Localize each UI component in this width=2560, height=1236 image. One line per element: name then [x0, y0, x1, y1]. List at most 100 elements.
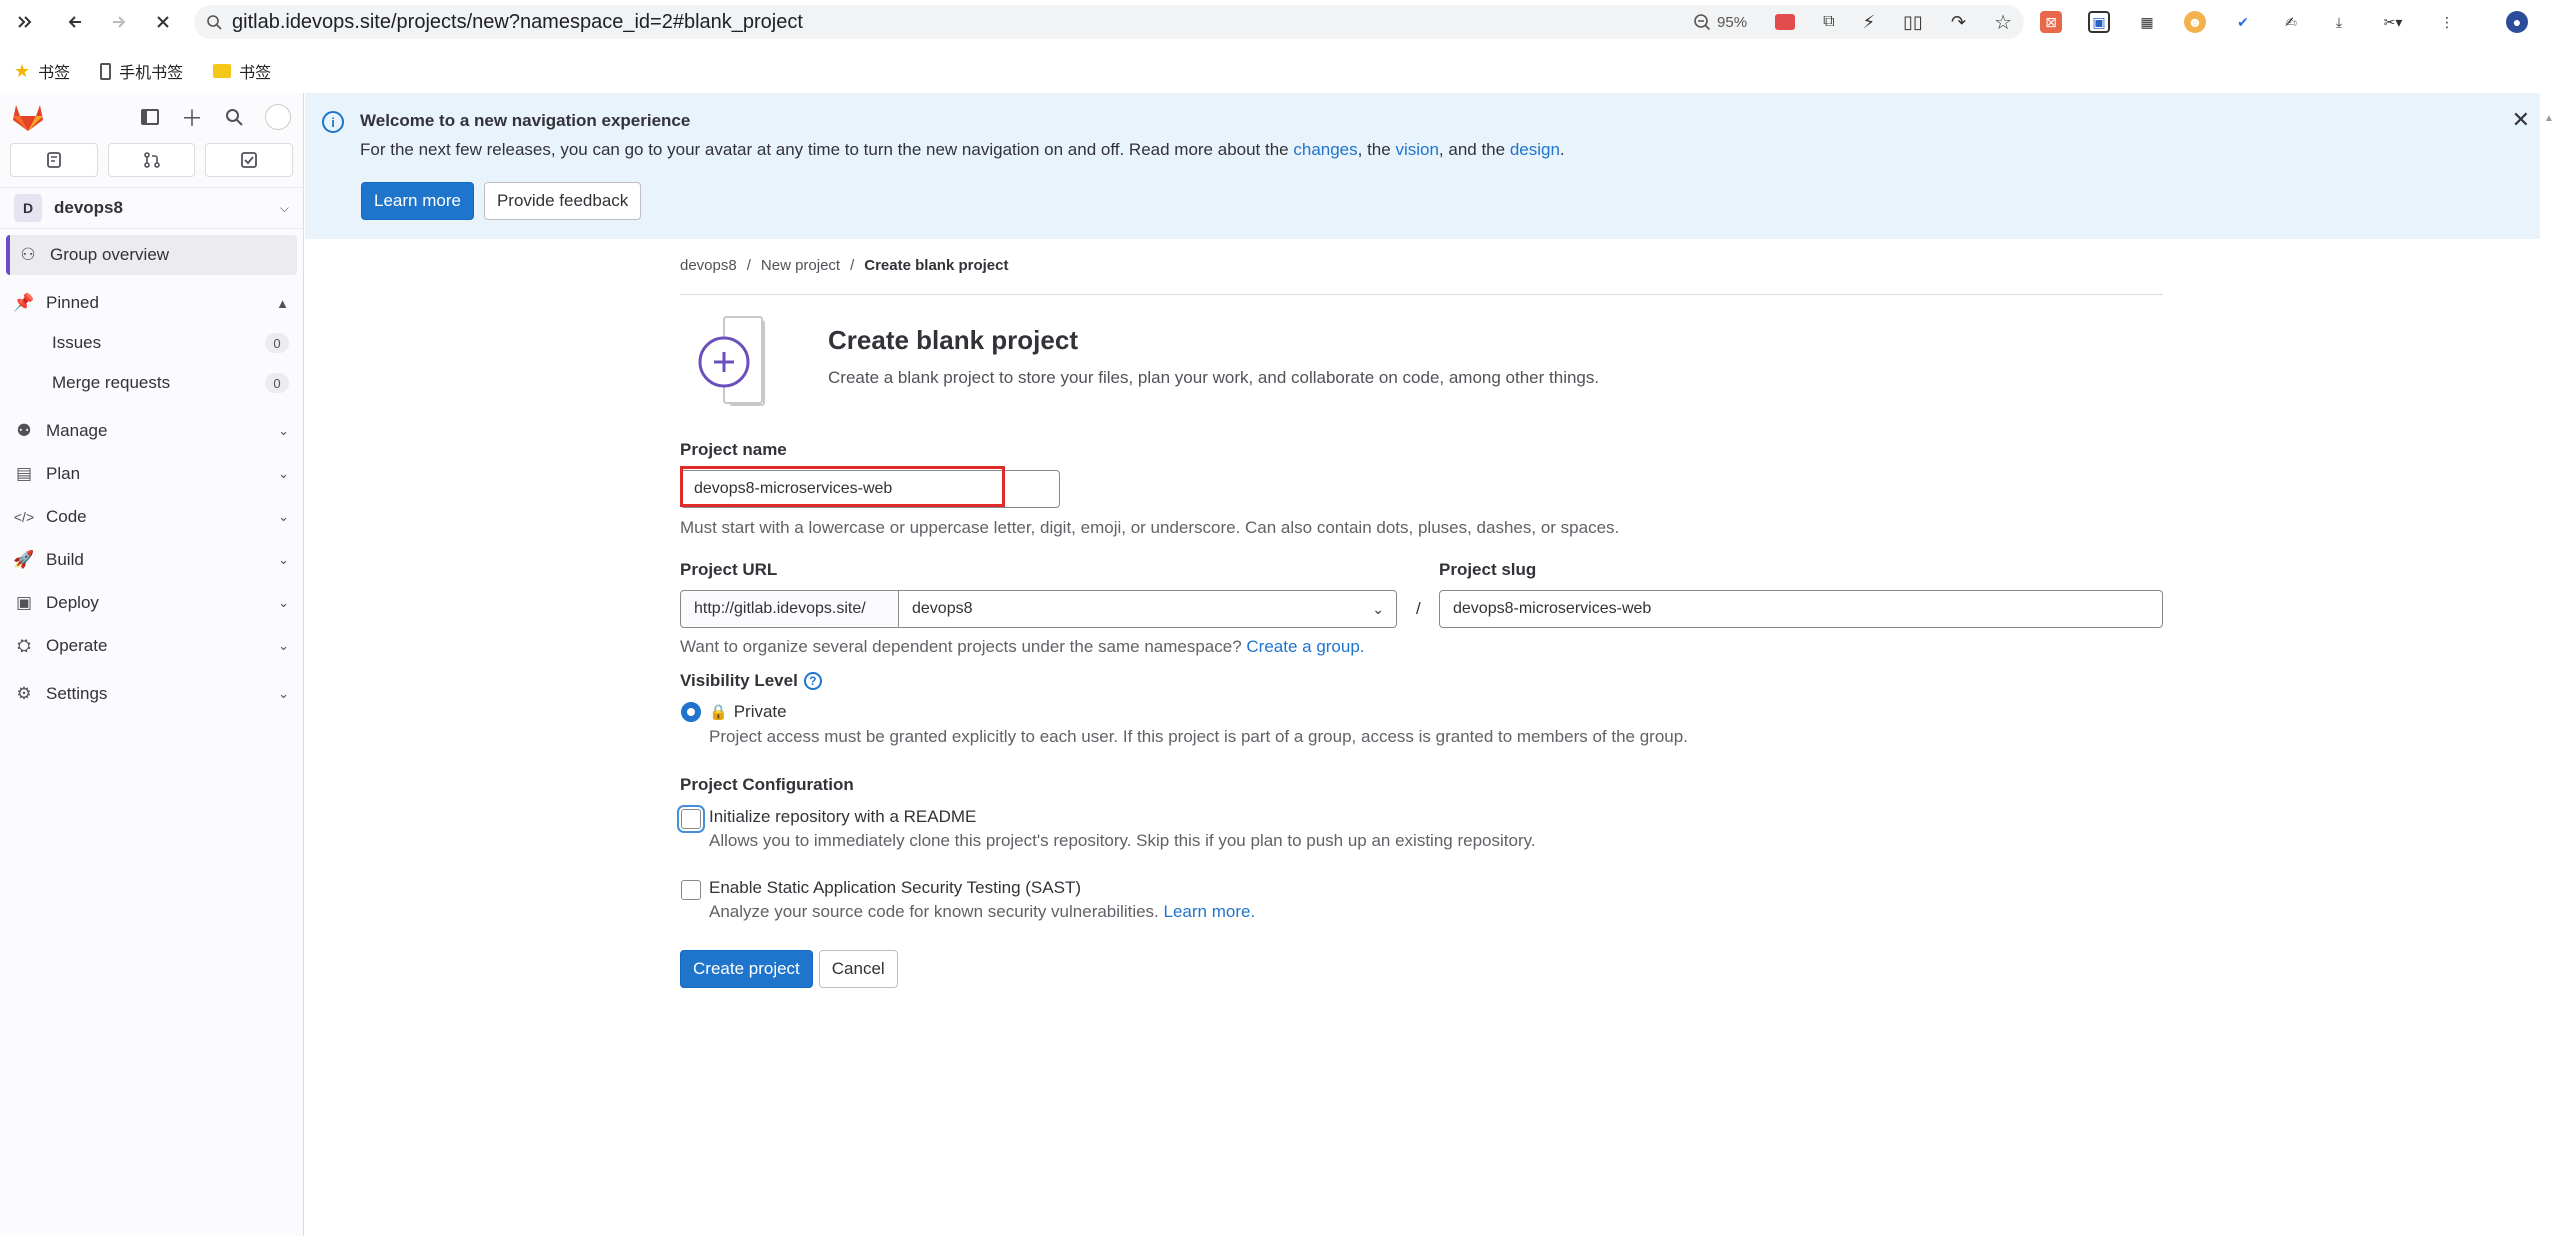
gitlab-logo-icon[interactable]	[12, 102, 44, 132]
breadcrumb-current: Create blank project	[864, 257, 1009, 274]
search-icon[interactable]	[225, 108, 243, 126]
chevron-up-icon: ▲	[276, 295, 289, 311]
sidebar-item-deploy[interactable]: ▣ Deploy ⌄	[0, 583, 303, 623]
zoom-level: 95%	[1717, 13, 1748, 31]
browser-toolbar: gitlab.idevops.site/projects/new?namespa…	[0, 0, 2560, 44]
sidebar-item-pinned[interactable]: 📌 Pinned ▲	[0, 283, 303, 323]
chevron-down-icon: ⌄	[278, 552, 289, 567]
url-text: gitlab.idevops.site/projects/new?namespa…	[232, 10, 803, 33]
sidebar-item-build[interactable]: 🚀 Build ⌄	[0, 540, 303, 580]
sast-learn-more-link[interactable]: Learn more.	[1164, 902, 1256, 921]
sidebar-item-manage[interactable]: ⚉ Manage ⌄	[0, 411, 303, 451]
merge-requests-count-button[interactable]	[107, 143, 196, 177]
extension-screenshot-icon[interactable]: ▣	[2088, 11, 2110, 33]
sidebar-item-label: Code	[46, 507, 87, 526]
new-navigation-banner: i Welcome to a new navigation experience…	[305, 93, 2540, 239]
namespace-value: devops8	[912, 600, 973, 617]
sidebar-item-settings[interactable]: ⚙ Settings ⌄	[0, 674, 303, 714]
namespace-select[interactable]: devops8 ⌄	[898, 590, 1397, 628]
extension-qrcode-icon[interactable]: ▦	[2136, 11, 2158, 33]
sast-checkbox[interactable]	[681, 880, 701, 900]
changes-link[interactable]: changes	[1293, 140, 1357, 159]
provide-feedback-button[interactable]: Provide feedback	[483, 182, 642, 220]
issues-count-button[interactable]	[10, 143, 98, 177]
readme-label[interactable]: Initialize repository with a README	[709, 807, 976, 827]
close-icon[interactable]: ✕	[2512, 107, 2530, 133]
share-icon[interactable]: ↷	[1951, 12, 1966, 33]
question-circle-icon[interactable]: ?	[803, 672, 822, 690]
project-name-help: Must start with a lowercase or uppercase…	[680, 518, 1620, 537]
issues-count-badge: 0	[265, 333, 289, 353]
create-group-link[interactable]: Create a group.	[1246, 637, 1364, 656]
todos-count-button[interactable]	[205, 143, 294, 177]
chevron-down-icon: ⌄	[278, 638, 289, 653]
breadcrumb-item[interactable]: New project	[761, 257, 840, 274]
learn-more-button[interactable]: Learn more	[361, 182, 474, 220]
sidebar-item-operate[interactable]: ⛭ Operate ⌄	[0, 626, 303, 666]
favorite-star-icon[interactable]: ☆	[1994, 10, 2012, 35]
bookmark-item[interactable]: 手机书签	[100, 59, 183, 83]
chevron-down-icon: ⌄	[278, 509, 289, 524]
sidebar-item-plan[interactable]: ▤ Plan ⌄	[0, 454, 303, 494]
group-switcher[interactable]: D devops8 ⌵	[0, 187, 303, 229]
reader-icon[interactable]	[1775, 14, 1796, 30]
collapse-sidebar-icon[interactable]	[140, 109, 159, 125]
breadcrumb-separator: /	[746, 257, 751, 274]
breadcrumb-item[interactable]: devops8	[680, 257, 737, 274]
page-subtitle: Create a blank project to store your fil…	[828, 368, 1600, 387]
extension-bird-icon[interactable]: ✔	[2232, 11, 2254, 33]
sast-label[interactable]: Enable Static Application Security Testi…	[709, 878, 1081, 898]
cancel-button[interactable]: Cancel	[818, 950, 898, 988]
star-icon: ★	[14, 60, 31, 81]
banner-text-segment: .	[1559, 140, 1565, 159]
group-avatar: D	[14, 194, 42, 222]
page-scrollbar[interactable]: ▲	[2540, 93, 2560, 1236]
download-icon[interactable]: ⤓	[2328, 11, 2350, 33]
zoom-out-icon	[1694, 14, 1711, 31]
group-help-text: Want to organize several dependent proje…	[680, 637, 1365, 657]
divider	[680, 294, 2163, 295]
sidebar-item-issues[interactable]: Issues 0	[0, 323, 303, 363]
extension-avatar-icon[interactable]: ☻	[2184, 11, 2206, 33]
extension-pdf-icon[interactable]: ⊠	[2040, 11, 2062, 33]
stop-loading-icon[interactable]	[148, 7, 178, 37]
address-bar[interactable]: gitlab.idevops.site/projects/new?namespa…	[194, 5, 2024, 39]
sidebar-item-label: Issues	[52, 333, 102, 352]
sidebar-item-code[interactable]: </> Code ⌄	[0, 497, 303, 537]
sidebar-item-group-overview[interactable]: ⚇ Group overview	[6, 235, 297, 275]
project-slug-input[interactable]: devops8-microservices-web	[1439, 590, 2163, 628]
vision-link[interactable]: vision	[1395, 140, 1438, 159]
create-new-icon[interactable]: ＋	[181, 101, 203, 133]
project-configuration-label: Project Configuration	[680, 775, 854, 794]
visibility-private-option[interactable]: 🔒 Private	[709, 702, 787, 722]
planning-icon: ▤	[15, 464, 33, 483]
create-project-button[interactable]: Create project	[680, 950, 813, 988]
more-menu-icon[interactable]: ⋮	[2436, 11, 2458, 33]
todo-icon	[241, 152, 258, 168]
zoom-indicator[interactable]: 95%	[1693, 13, 1747, 31]
extension-sign-icon[interactable]: ✍	[2280, 11, 2302, 33]
bookmark-item[interactable]: ★ 书签	[14, 59, 70, 83]
url-prefix: http://gitlab.idevops.site/	[680, 590, 899, 628]
sidebar-item-merge-requests[interactable]: Merge requests 0	[0, 363, 303, 403]
back-icon[interactable]	[60, 7, 90, 37]
sidebar: ＋ D devops8 ⌵ ⚇ Group overview 📌 Pinned …	[0, 93, 304, 1236]
flash-icon[interactable]: ⚡	[1863, 12, 1876, 33]
readme-description: Allows you to immediately clone this pro…	[709, 831, 1536, 850]
reading-mode-icon[interactable]: ▯▯	[1903, 12, 1923, 33]
scroll-up-arrow-icon[interactable]: ▲	[2544, 113, 2554, 124]
sidebar-item-label: Pinned	[46, 293, 99, 312]
bookmark-item[interactable]: 书签	[213, 59, 271, 83]
design-link[interactable]: design	[1510, 140, 1560, 159]
banner-title: Welcome to a new navigation experience	[360, 111, 691, 130]
rocket-icon: 🚀	[13, 550, 35, 569]
expand-tabs-icon[interactable]	[10, 7, 40, 37]
profile-avatar-icon[interactable]: ●	[2506, 11, 2528, 33]
translate-icon[interactable]: ⧉	[1823, 13, 1834, 31]
breadcrumb: devops8 / New project / Create blank pro…	[680, 257, 1008, 274]
visibility-private-radio[interactable]	[681, 702, 701, 722]
user-avatar[interactable]	[265, 104, 291, 130]
readme-checkbox[interactable]	[681, 809, 701, 829]
screenshot-tool-icon[interactable]: ✂▾	[2376, 11, 2410, 33]
forward-icon[interactable]	[104, 7, 134, 37]
